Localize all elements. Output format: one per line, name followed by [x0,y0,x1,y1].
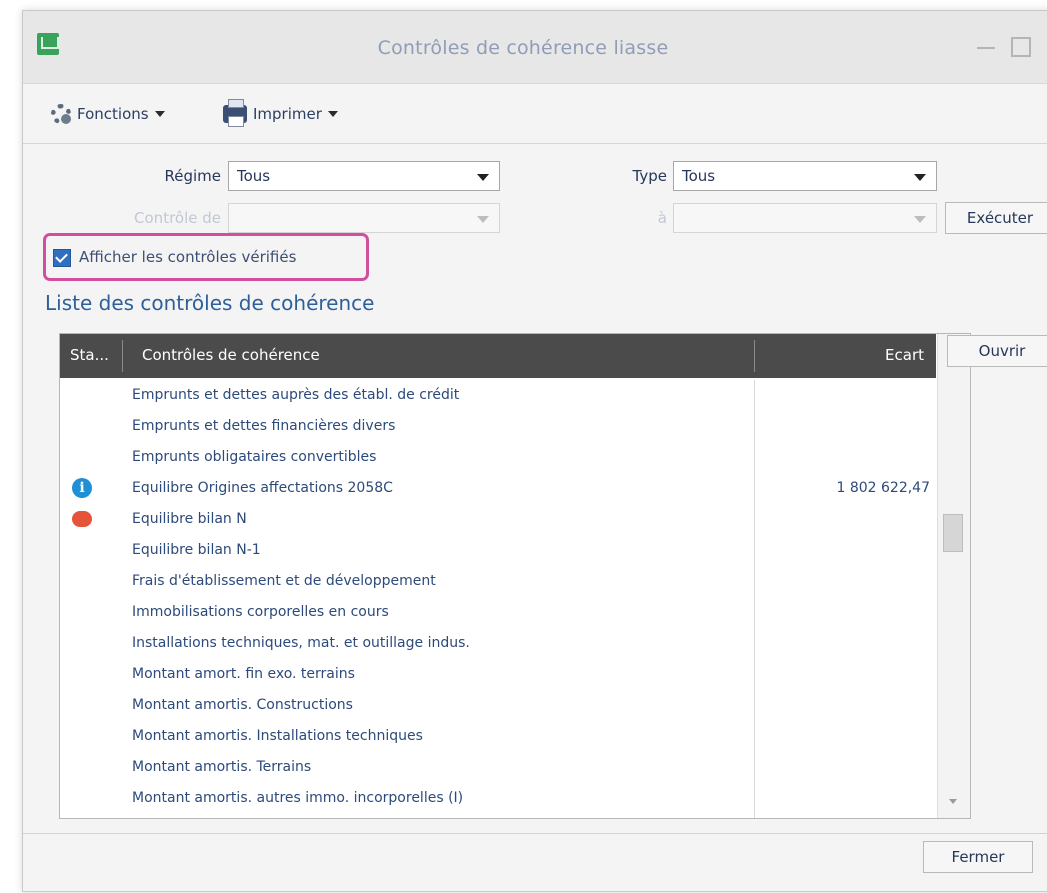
table-row[interactable]: Immobilisations corporelles en cours [60,597,936,628]
table-row[interactable]: Montant amortis. Installations technique… [60,721,936,752]
row-control-name: Immobilisations corporelles en cours [132,604,389,620]
a-label: à [657,209,667,227]
ouvrir-button[interactable]: Ouvrir [947,335,1047,367]
window-title: Contrôles de cohérence liasse [377,37,669,59]
column-header-ecart[interactable]: Ecart [885,346,924,364]
row-control-name: Equilibre bilan N-1 [132,542,261,558]
row-control-name: Frais d'établissement et de développemen… [132,573,436,589]
column-header-status[interactable]: Sta... [70,346,109,364]
controle-de-label: Contrôle de [134,209,221,227]
chevron-down-icon [914,216,926,223]
toolbar: Fonctions Imprimer [23,91,1047,139]
regime-label: Régime [164,167,221,185]
row-control-name: Equilibre Origines affectations 2058C [132,480,393,496]
table-body: Emprunts et dettes auprès des établ. de … [60,380,936,814]
functions-menu-button[interactable]: Fonctions [51,101,165,127]
functions-label: Fonctions [77,105,149,123]
footer-divider [23,833,1047,834]
table-row[interactable]: Emprunts obligataires convertibles [60,442,936,473]
table-row[interactable]: Equilibre bilan N [60,504,936,535]
controls-table: Sta... Contrôles de cohérence Ecart Empr… [59,333,971,819]
printer-icon [223,99,247,127]
type-select-value: Tous [682,167,716,185]
scroll-down-icon[interactable] [949,799,957,804]
table-header: Sta... Contrôles de cohérence Ecart [60,334,936,378]
table-row[interactable]: Installations techniques, mat. et outill… [60,628,936,659]
scrollbar-thumb[interactable] [943,514,963,552]
table-row[interactable]: Montant amortis. Terrains [60,752,936,783]
title-bar: Contrôles de cohérence liasse [23,11,1047,84]
show-verified-label[interactable]: Afficher les contrôles vérifiés [79,248,296,266]
row-control-name: Emprunts et dettes auprès des établ. de … [132,387,460,403]
table-row[interactable]: Frais d'établissement et de développemen… [60,566,936,597]
row-control-name: Equilibre bilan N [132,511,247,527]
maximize-icon[interactable] [1011,37,1031,57]
print-label: Imprimer [253,105,322,123]
list-title: Liste des contrôles de cohérence [45,291,375,315]
table-row[interactable]: Emprunts et dettes financières divers [60,411,936,442]
show-verified-checkbox[interactable] [53,249,71,267]
chevron-down-icon [914,174,926,181]
row-control-name: Montant amortis. Constructions [132,697,353,713]
vertical-scrollbar[interactable] [937,334,970,818]
gear-icon [51,104,71,124]
minimize-icon[interactable] [977,47,995,49]
fermer-button[interactable]: Fermer [923,841,1033,873]
table-row[interactable]: Emprunts et dettes auprès des établ. de … [60,380,936,411]
chevron-down-icon [327,111,338,117]
chevron-down-icon [154,111,165,117]
toolbar-divider [23,143,1047,144]
row-control-name: Emprunts et dettes financières divers [132,418,396,434]
controle-to-select[interactable] [673,203,937,233]
chevron-down-icon [477,174,489,181]
table-row[interactable]: Montant amort. fin exo. terrains [60,659,936,690]
row-control-name: Emprunts obligataires convertibles [132,449,377,465]
print-menu-button[interactable]: Imprimer [223,99,338,127]
dialog-window: Contrôles de cohérence liasse Fonctions … [22,10,1047,892]
chevron-down-icon [477,216,489,223]
row-control-name: Montant amortis. Installations technique… [132,728,423,744]
error-icon [72,511,92,527]
regime-select[interactable]: Tous [228,161,500,191]
regime-select-value: Tous [237,167,271,185]
table-row[interactable]: Equilibre bilan N-1 [60,535,936,566]
column-divider [122,340,123,372]
row-control-name: Montant amortis. Terrains [132,759,312,775]
column-divider [754,340,755,372]
table-row[interactable]: Montant amortis. Constructions [60,690,936,721]
info-icon: i [72,478,92,498]
type-label: Type [632,167,667,185]
controle-from-select[interactable] [228,203,500,233]
row-control-name: Installations techniques, mat. et outill… [132,635,470,651]
executer-button[interactable]: Exécuter [945,202,1047,234]
type-select[interactable]: Tous [673,161,937,191]
table-row[interactable]: Montant amortis. autres immo. incorporel… [60,783,936,814]
table-row[interactable]: i Equilibre Origines affectations 2058C 1 … [60,473,936,504]
row-control-name: Montant amort. fin exo. terrains [132,666,355,682]
row-control-name: Montant amortis. autres immo. incorporel… [132,790,464,806]
column-header-name[interactable]: Contrôles de cohérence [142,346,320,364]
row-ecart-value: 1 802 622,47 [836,480,930,496]
